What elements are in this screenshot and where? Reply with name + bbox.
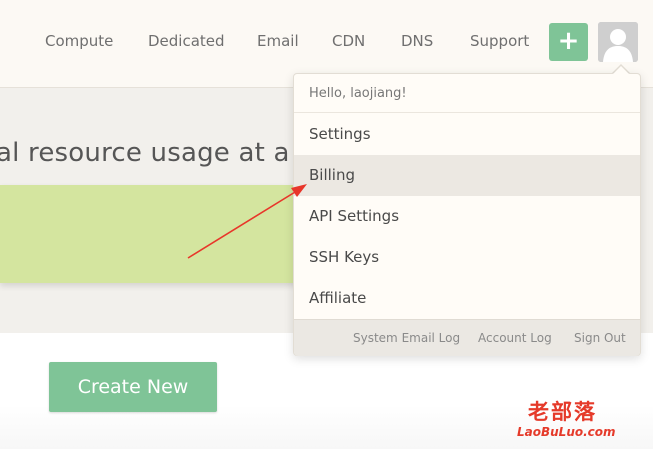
nav-link-support[interactable]: Support: [470, 32, 529, 50]
dropdown-caret-fill: [612, 66, 630, 75]
nav-link-email[interactable]: Email: [257, 32, 299, 50]
nav-link-dedicated[interactable]: Dedicated: [148, 32, 225, 50]
watermark-logo-cn: 老部落: [528, 400, 597, 424]
menu-item-ssh-keys[interactable]: SSH Keys: [294, 237, 640, 278]
usage-panel: [0, 185, 300, 283]
sign-out-link[interactable]: Sign Out: [574, 331, 626, 345]
system-email-log-link[interactable]: System Email Log: [353, 331, 460, 345]
user-silhouette-icon: [598, 22, 638, 62]
plus-icon: +: [557, 26, 580, 56]
menu-item-settings[interactable]: Settings: [294, 114, 640, 155]
nav-link-compute[interactable]: Compute: [45, 32, 113, 50]
watermark-logo-en: LaoBuLuo.com: [517, 425, 616, 439]
nav-link-cdn[interactable]: CDN: [332, 32, 365, 50]
hero-heading: al resource usage at a: [0, 138, 290, 168]
add-button[interactable]: +: [549, 23, 588, 61]
user-dropdown-menu: Hello, laojiang! Settings Billing API Se…: [293, 73, 641, 356]
menu-item-api-settings[interactable]: API Settings: [294, 196, 640, 237]
user-greeting: Hello, laojiang!: [294, 74, 640, 113]
menu-item-billing[interactable]: Billing: [294, 155, 640, 196]
user-avatar-button[interactable]: [598, 22, 638, 62]
account-log-link[interactable]: Account Log: [478, 331, 552, 345]
menu-item-affiliate[interactable]: Affiliate: [294, 278, 640, 319]
dropdown-footer: System Email Log Account Log Sign Out: [294, 319, 640, 356]
create-new-button[interactable]: Create New: [49, 362, 217, 412]
nav-link-dns[interactable]: DNS: [401, 32, 433, 50]
